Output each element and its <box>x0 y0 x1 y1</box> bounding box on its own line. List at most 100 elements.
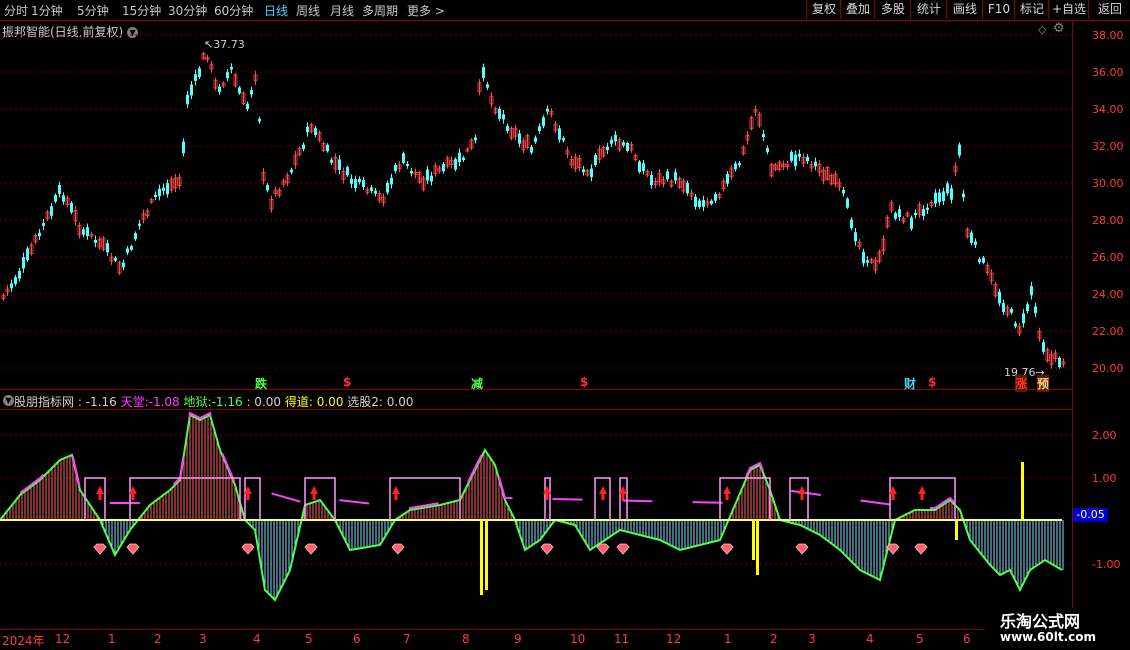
event-marker[interactable]: 减 <box>471 375 483 392</box>
up-arrow-icon <box>599 486 607 500</box>
fuquan-button[interactable]: 复权 <box>806 0 841 19</box>
current-value-badge: -0.05 <box>1073 508 1108 522</box>
candle-body <box>462 157 465 160</box>
candle-body <box>94 239 97 243</box>
candle-body <box>390 177 393 185</box>
add-watchlist-button[interactable]: +自选 <box>1048 0 1089 19</box>
candle-body <box>402 153 405 163</box>
candle-body <box>942 191 945 202</box>
yellow-signal-bar <box>752 520 755 560</box>
x-axis-label: 2024年 <box>2 634 45 648</box>
candle-body <box>950 188 953 200</box>
x-axis-label: 3 <box>808 632 816 646</box>
x-axis-label: 3 <box>199 632 207 646</box>
period-tab-1min[interactable]: 1分钟 <box>31 2 63 19</box>
candle-body <box>250 90 253 95</box>
candle-body <box>530 146 533 153</box>
period-tab-weekly[interactable]: 周线 <box>296 2 320 19</box>
f10-button[interactable]: F10 <box>982 0 1015 19</box>
indicator-name: 股朋指标网 <box>14 395 75 409</box>
candle-body <box>998 291 1001 304</box>
period-tab-daily[interactable]: 日线 <box>264 2 288 19</box>
x-axis-label: 7 <box>403 632 411 646</box>
candle-body <box>410 171 413 174</box>
candle-body <box>562 137 565 141</box>
candle-body <box>806 156 809 162</box>
period-tab-60min[interactable]: 60分钟 <box>214 2 253 19</box>
candle-body <box>14 277 17 285</box>
candle-body <box>182 141 185 154</box>
candle-body <box>694 196 697 207</box>
overlay-button[interactable]: 叠加 <box>840 0 875 19</box>
candle-body <box>458 152 461 163</box>
candle-body <box>406 163 409 166</box>
diyu-curve <box>0 413 1063 602</box>
back-button[interactable]: 返回 <box>1088 0 1130 19</box>
candle-body <box>542 117 545 127</box>
candle-body <box>926 207 929 210</box>
period-tab-fenshi[interactable]: 分时 <box>4 2 28 19</box>
candle-body <box>338 159 341 170</box>
event-marker[interactable]: $ <box>580 375 588 389</box>
diamond-icon <box>304 543 318 555</box>
watermark-title: 乐淘公式网 <box>1000 612 1081 631</box>
statistics-button[interactable]: 统计 <box>910 0 947 19</box>
event-marker[interactable]: 预 <box>1037 375 1050 392</box>
candle-body <box>106 243 109 253</box>
period-tab-more[interactable]: 更多 > <box>407 2 445 19</box>
event-marker[interactable]: 跌 <box>255 375 267 392</box>
candle-body <box>70 202 73 213</box>
candle-body <box>1022 313 1025 324</box>
candle-body <box>698 200 701 207</box>
candle-body <box>430 175 433 182</box>
event-marker[interactable]: 涨 <box>1015 375 1028 392</box>
x-axis-label: 1 <box>724 632 732 646</box>
candle-body <box>350 178 353 184</box>
high-price-label: ↖37.73 <box>204 38 245 51</box>
indicator-tick: -1.00 <box>1092 558 1121 571</box>
candle-body <box>1034 306 1037 314</box>
diamond-icon <box>886 543 900 555</box>
dedao-label: 得道: <box>284 395 313 409</box>
candle-body <box>642 163 645 172</box>
candle-body <box>442 164 445 172</box>
x-axis-label: 2 <box>154 632 162 646</box>
x-axis-label: 2 <box>770 632 778 646</box>
candle-body <box>518 133 521 144</box>
candle-body <box>62 195 65 202</box>
period-tab-30min[interactable]: 30分钟 <box>168 2 207 19</box>
event-marker[interactable]: 财 <box>904 375 916 392</box>
candle-body <box>302 144 305 150</box>
diyu-value: -1.16 <box>211 395 243 409</box>
candle-body <box>734 163 737 170</box>
candle-body <box>738 163 741 166</box>
mark-button[interactable]: 标记 <box>1014 0 1049 19</box>
period-tab-multi[interactable]: 多周期 <box>362 2 398 19</box>
chevron-down-icon[interactable]: ▼ <box>3 395 14 406</box>
candle-body <box>650 175 653 186</box>
candle-body <box>854 232 857 242</box>
diamond-icon <box>616 543 630 555</box>
period-tab-monthly[interactable]: 月线 <box>330 2 354 19</box>
candle-body <box>666 171 669 180</box>
period-tab-15min[interactable]: 15分钟 <box>122 2 161 19</box>
event-marker[interactable]: $ <box>343 375 351 389</box>
candle-body <box>486 84 489 88</box>
candle-body <box>218 86 221 93</box>
draw-line-button[interactable]: 画线 <box>946 0 983 19</box>
candle-body <box>306 126 309 133</box>
candle-body <box>498 108 501 119</box>
candle-body <box>914 212 917 215</box>
indicator-value: : -1.16 <box>77 395 117 409</box>
candle-body <box>938 192 941 203</box>
candle-body <box>238 87 241 94</box>
yellow-signal-bar <box>756 520 759 575</box>
up-arrow-icon <box>723 486 731 500</box>
period-tab-5min[interactable]: 5分钟 <box>77 2 109 19</box>
multi-stock-button[interactable]: 多股 <box>874 0 911 19</box>
candle-body <box>358 178 361 183</box>
candle-body <box>610 139 613 144</box>
candle-body <box>246 103 249 110</box>
event-marker[interactable]: $ <box>928 375 936 389</box>
x-axis-label: 4 <box>253 632 261 646</box>
